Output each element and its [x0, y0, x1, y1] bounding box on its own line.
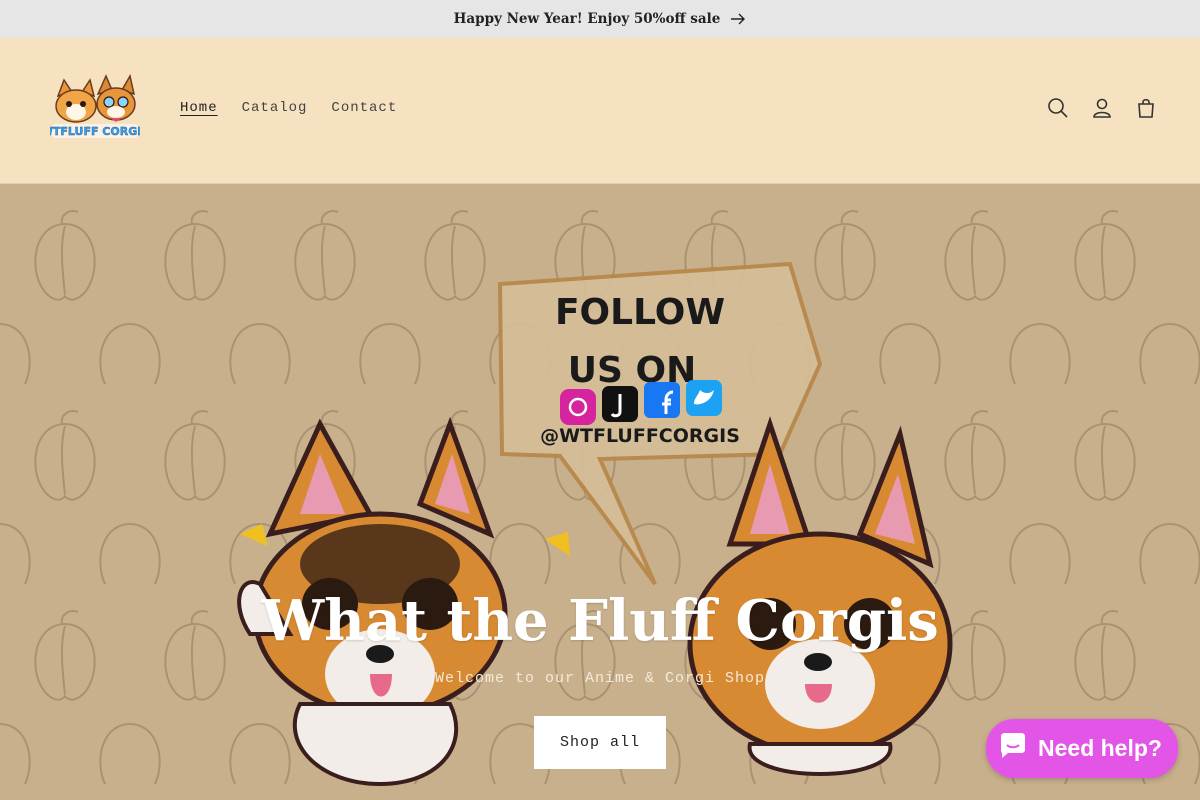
hero-title: What the Fluff Corgis: [261, 588, 939, 654]
hero-banner: FOLLOW US ON @WTFLUFFCORGIS What the Flu…: [0, 184, 1200, 800]
cart-icon[interactable]: [1132, 94, 1160, 122]
chat-widget-button[interactable]: Need help?: [986, 719, 1178, 778]
logo-wordmark: WTFLUFF CORGIS: [50, 125, 140, 138]
facebook-icon: [644, 382, 680, 418]
announcement-bar[interactable]: Happy New Year! Enjoy 50%off sale: [0, 0, 1200, 38]
hero-background-image: FOLLOW US ON @WTFLUFFCORGIS: [0, 184, 1200, 800]
main-nav: Home Catalog Contact: [168, 100, 409, 116]
header-icons: [1044, 94, 1160, 122]
arrow-right-icon: [730, 13, 746, 25]
account-icon[interactable]: [1088, 94, 1116, 122]
site-header: WTFLUFF CORGIS Home Catalog Contact: [0, 38, 1200, 184]
chat-label: Need help?: [1038, 735, 1162, 761]
nav-home[interactable]: Home: [168, 100, 230, 116]
nav-catalog[interactable]: Catalog: [230, 100, 320, 116]
search-icon[interactable]: [1044, 94, 1072, 122]
bubble-handle: @WTFLUFFCORGIS: [540, 425, 740, 447]
site-logo[interactable]: WTFLUFF CORGIS: [41, 73, 150, 144]
shop-all-button[interactable]: Shop all: [534, 716, 666, 769]
nav-contact[interactable]: Contact: [319, 100, 409, 116]
bubble-line1: FOLLOW: [555, 292, 725, 333]
hero-subtitle: Welcome to our Anime & Corgi Shop: [434, 670, 766, 687]
announcement-text[interactable]: Happy New Year! Enjoy 50%off sale: [454, 11, 721, 27]
instagram-icon: [560, 389, 596, 425]
chat-icon: [998, 732, 1028, 766]
